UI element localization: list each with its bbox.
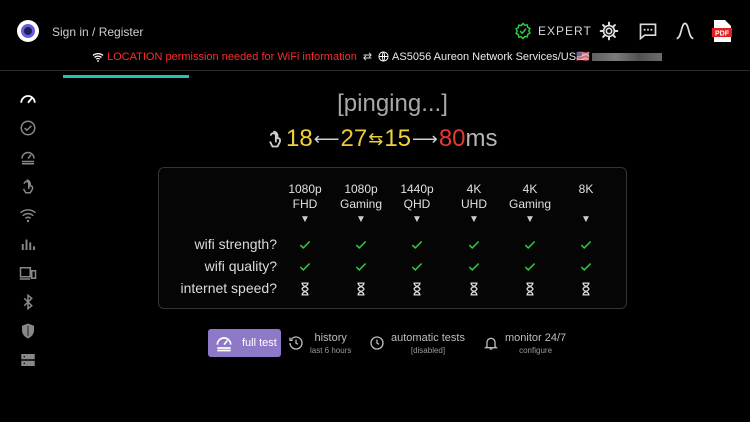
bluetooth-icon <box>23 293 33 311</box>
col-header: 1080p FHD <box>288 182 322 211</box>
check-icon <box>331 237 391 253</box>
ping-value-3: 15 <box>384 125 412 152</box>
sidebar-item-servers[interactable] <box>17 349 39 371</box>
col-dropdown-icon[interactable]: ▼ <box>331 214 391 225</box>
auto-tests-label: automatic tests <box>391 332 465 344</box>
hourglass-icon <box>500 281 560 297</box>
globe-icon <box>378 51 389 62</box>
sidebar-item-check[interactable] <box>17 117 39 139</box>
history-sub: last 6 hours <box>310 346 352 355</box>
check-icon <box>275 237 335 253</box>
auto-tests-button[interactable]: automatic tests [disabled] <box>369 332 465 355</box>
arrow-left-icon: ⟵ <box>313 128 340 149</box>
header-divider <box>0 70 750 71</box>
signin-link[interactable]: Sign in / Register <box>52 25 143 39</box>
wifi-small-icon <box>92 52 104 62</box>
history-button[interactable]: history last 6 hours <box>288 332 351 355</box>
check-icon <box>387 237 447 253</box>
ping-touch-icon <box>22 179 34 194</box>
expert-toggle[interactable]: EXPERT <box>514 22 592 40</box>
check-icon <box>387 259 447 275</box>
col-dropdown-icon[interactable]: ▼ <box>500 214 560 225</box>
sidebar <box>17 88 39 378</box>
app-root: Sign in / Register EXPERT PDF LOCATION p… <box>0 0 750 422</box>
arrow-both-icon: ⇆ <box>368 128 384 149</box>
ping-unit: ms <box>465 125 498 152</box>
history-label: history <box>314 332 347 344</box>
sidebar-item-security[interactable] <box>17 320 39 342</box>
col-dropdown-icon[interactable]: ▼ <box>556 214 616 225</box>
check-icon <box>275 259 335 275</box>
expert-label: EXPERT <box>538 24 592 38</box>
full-test-button[interactable]: full test <box>208 329 281 357</box>
row-label-wifi-strength: wifi strength? <box>194 236 277 252</box>
ping-value-2: 27 <box>340 125 368 152</box>
sidebar-item-stats[interactable] <box>17 233 39 255</box>
check-icon <box>444 259 504 275</box>
check-icon <box>331 259 391 275</box>
sidebar-item-devices[interactable] <box>17 262 39 284</box>
wifi-icon <box>20 209 36 223</box>
ping-hand-icon <box>269 130 281 148</box>
server-icon <box>21 354 35 366</box>
speedtest-icon <box>216 337 232 352</box>
active-tab-indicator <box>63 75 189 78</box>
badge-check-icon <box>515 22 531 40</box>
swap-icon: ⇄ <box>362 51 373 63</box>
clock-icon <box>370 336 384 350</box>
full-test-label: full test <box>242 337 277 349</box>
auto-tests-sub: [disabled] <box>410 346 446 355</box>
ping-readout: 18 ⟵ 27 ⇆ 15 ⟶ 80 ms <box>265 125 498 153</box>
col-dropdown-icon[interactable]: ▼ <box>387 214 447 225</box>
isp-label: AS5056 Aureon Network Services/US🇺🇸 <box>392 51 590 63</box>
check-icon <box>500 237 560 253</box>
gauge-lines-icon <box>21 151 35 165</box>
sidebar-item-wifi[interactable] <box>17 204 39 226</box>
hourglass-icon <box>444 281 504 297</box>
history-icon <box>289 336 303 350</box>
test-state: [pinging...] <box>337 90 448 117</box>
hourglass-icon <box>387 281 447 297</box>
ping-value-1: 18 <box>286 125 313 152</box>
col-header: 1080p Gaming <box>339 182 383 211</box>
sidebar-item-bluetooth[interactable] <box>17 291 39 313</box>
monitor-sub: configure <box>519 346 553 355</box>
check-icon <box>444 237 504 253</box>
status-line: LOCATION permission needed for WiFi info… <box>92 50 662 63</box>
monitor-label: monitor 24/7 <box>505 332 567 344</box>
ping-value-4: 80 <box>438 125 466 152</box>
col-header: 8K <box>578 182 594 196</box>
hourglass-icon <box>331 281 391 297</box>
svg-text:PDF: PDF <box>715 30 730 37</box>
feedback-icon[interactable] <box>638 21 658 41</box>
curve-chart-icon[interactable] <box>675 21 695 41</box>
sidebar-item-ping[interactable] <box>17 175 39 197</box>
col-header: 4K UHD <box>461 182 487 211</box>
location-warning[interactable]: LOCATION permission needed for WiFi info… <box>107 51 357 63</box>
hourglass-icon <box>556 281 616 297</box>
redacted-ip <box>591 52 662 61</box>
devices-icon <box>19 267 37 280</box>
col-dropdown-icon[interactable]: ▼ <box>275 214 335 225</box>
col-dropdown-icon[interactable]: ▼ <box>444 214 504 225</box>
col-header: 4K Gaming <box>508 182 552 211</box>
monitor-button[interactable]: monitor 24/7 configure <box>483 332 566 355</box>
col-header: 1440p QHD <box>400 182 434 211</box>
app-logo[interactable] <box>17 20 39 42</box>
sidebar-item-speedtest[interactable] <box>17 146 39 168</box>
check-icon <box>500 259 560 275</box>
pdf-export-icon[interactable]: PDF <box>711 19 733 43</box>
row-label-internet-speed: internet speed? <box>180 280 277 296</box>
check-circle-icon <box>20 120 36 136</box>
arrow-right-icon: ⟶ <box>412 128 438 149</box>
shield-icon <box>22 323 34 339</box>
settings-gear-icon[interactable] <box>599 21 619 41</box>
check-icon <box>556 259 616 275</box>
bar-chart-icon <box>21 239 35 250</box>
hourglass-icon <box>275 281 335 297</box>
row-label-wifi-quality: wifi quality? <box>204 258 277 274</box>
bell-icon <box>484 337 498 350</box>
check-icon <box>556 237 616 253</box>
